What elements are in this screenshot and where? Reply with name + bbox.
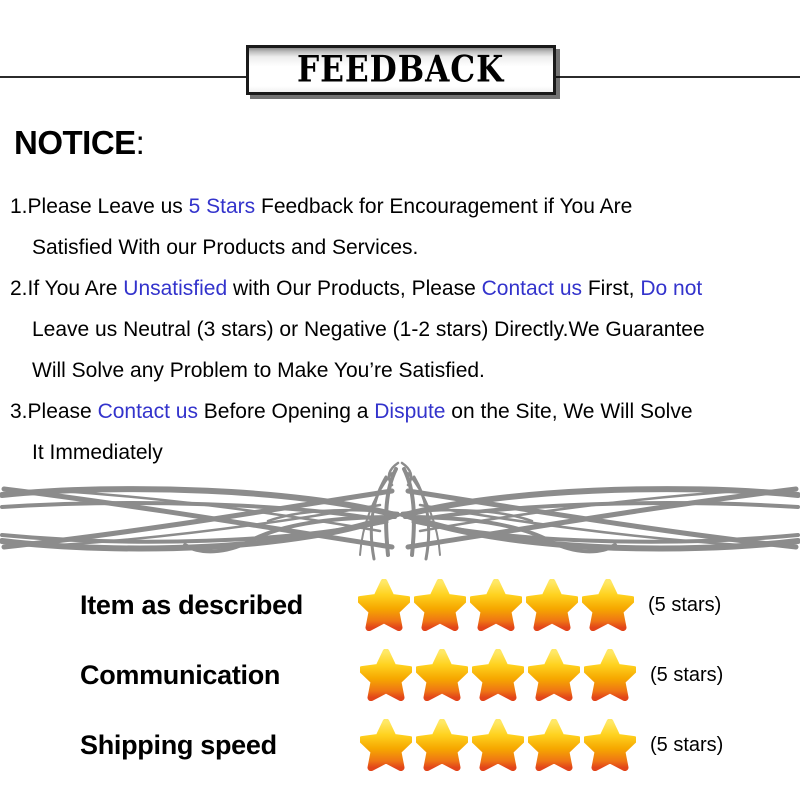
notice-line: Leave us Neutral (3 stars) or Negative (… bbox=[10, 309, 800, 350]
star-icon[interactable] bbox=[528, 649, 580, 701]
header-rule-right bbox=[556, 76, 800, 78]
star-count-note: (5 stars) bbox=[650, 733, 724, 756]
notice-accent-text: Unsatisfied bbox=[123, 277, 228, 300]
star-count-note: (5 stars) bbox=[648, 593, 722, 616]
notice-accent-text: Contact us bbox=[481, 277, 583, 300]
notice-text: Before Opening a bbox=[197, 400, 375, 423]
star-icon[interactable] bbox=[416, 649, 468, 701]
notice-text: Leave us Neutral (3 stars) or Negative (… bbox=[32, 318, 705, 341]
banner-title: FEEDBACK bbox=[297, 48, 505, 92]
rating-row: Item as described (5 stars) bbox=[0, 570, 800, 640]
notice-item-number: 1. bbox=[10, 195, 28, 218]
star-icon[interactable] bbox=[472, 719, 524, 771]
notice-list: 1.Please Leave us 5 Stars Feedback for E… bbox=[10, 186, 800, 473]
notice-line: 2.If You Are Unsatisfied with Our Produc… bbox=[10, 268, 800, 309]
page-title: NOTICE: bbox=[14, 124, 145, 162]
star-rating[interactable] bbox=[360, 649, 640, 701]
star-icon[interactable] bbox=[528, 719, 580, 771]
rating-row: Shipping speed (5 stars) bbox=[0, 710, 800, 780]
rating-label: Shipping speed bbox=[80, 729, 277, 760]
header-banner-area: FEEDBACK bbox=[0, 0, 800, 118]
notice-text: Will Solve any Problem to Make You’re Sa… bbox=[32, 359, 485, 382]
star-icon[interactable] bbox=[582, 579, 634, 631]
star-icon[interactable] bbox=[360, 649, 412, 701]
notice-heading-text: NOTICE bbox=[14, 124, 136, 161]
star-icon[interactable] bbox=[360, 719, 412, 771]
notice-item-number: 3. bbox=[10, 400, 28, 423]
star-icon[interactable] bbox=[584, 649, 636, 701]
rating-label: Communication bbox=[80, 659, 281, 690]
notice-accent-text: Dispute bbox=[374, 400, 446, 423]
rating-row: Communication (5 stars) bbox=[0, 640, 800, 710]
notice-line: 1.Please Leave us 5 Stars Feedback for E… bbox=[10, 186, 800, 227]
notice-item-number: 2. bbox=[10, 277, 28, 300]
ornament-divider bbox=[0, 455, 800, 565]
star-rating[interactable] bbox=[358, 579, 638, 631]
notice-item: 2.If You Are Unsatisfied with Our Produc… bbox=[10, 268, 800, 391]
notice-accent-text: Contact us bbox=[97, 400, 198, 423]
ratings-section: Item as described (5 stars) Communication (… bbox=[0, 570, 800, 780]
star-icon[interactable] bbox=[358, 579, 410, 631]
notice-text: on the Site, We Will Solve bbox=[445, 400, 693, 423]
header-rule-left bbox=[0, 76, 248, 78]
notice-item: 1.Please Leave us 5 Stars Feedback for E… bbox=[10, 186, 800, 268]
notice-line: 3.Please Contact us Before Opening a Dis… bbox=[10, 391, 800, 432]
notice-text: Feedback for Encouragement if You Are bbox=[261, 195, 633, 218]
star-icon[interactable] bbox=[472, 649, 524, 701]
notice-line: Will Solve any Problem to Make You’re Sa… bbox=[10, 350, 800, 391]
notice-line: Satisfied With our Products and Services… bbox=[10, 227, 800, 268]
star-icon[interactable] bbox=[584, 719, 636, 771]
notice-text: Please Leave us bbox=[27, 195, 189, 218]
notice-heading-colon: : bbox=[135, 124, 145, 161]
notice-text: If You Are bbox=[27, 277, 124, 300]
star-rating[interactable] bbox=[360, 719, 640, 771]
notice-text: First, bbox=[582, 277, 641, 300]
star-count-note: (5 stars) bbox=[650, 663, 724, 686]
notice-text: with Our Products, Please bbox=[227, 277, 482, 300]
star-icon[interactable] bbox=[470, 579, 522, 631]
notice-text: Please bbox=[27, 400, 98, 423]
star-icon[interactable] bbox=[416, 719, 468, 771]
notice-text: Satisfied With our Products and Services… bbox=[32, 236, 419, 259]
star-icon[interactable] bbox=[526, 579, 578, 631]
notice-accent-text: 5 Stars bbox=[188, 195, 261, 218]
star-icon[interactable] bbox=[414, 579, 466, 631]
rating-label: Item as described bbox=[80, 589, 304, 620]
feedback-banner: FEEDBACK bbox=[246, 45, 556, 95]
notice-accent-text: Do not bbox=[640, 277, 703, 300]
